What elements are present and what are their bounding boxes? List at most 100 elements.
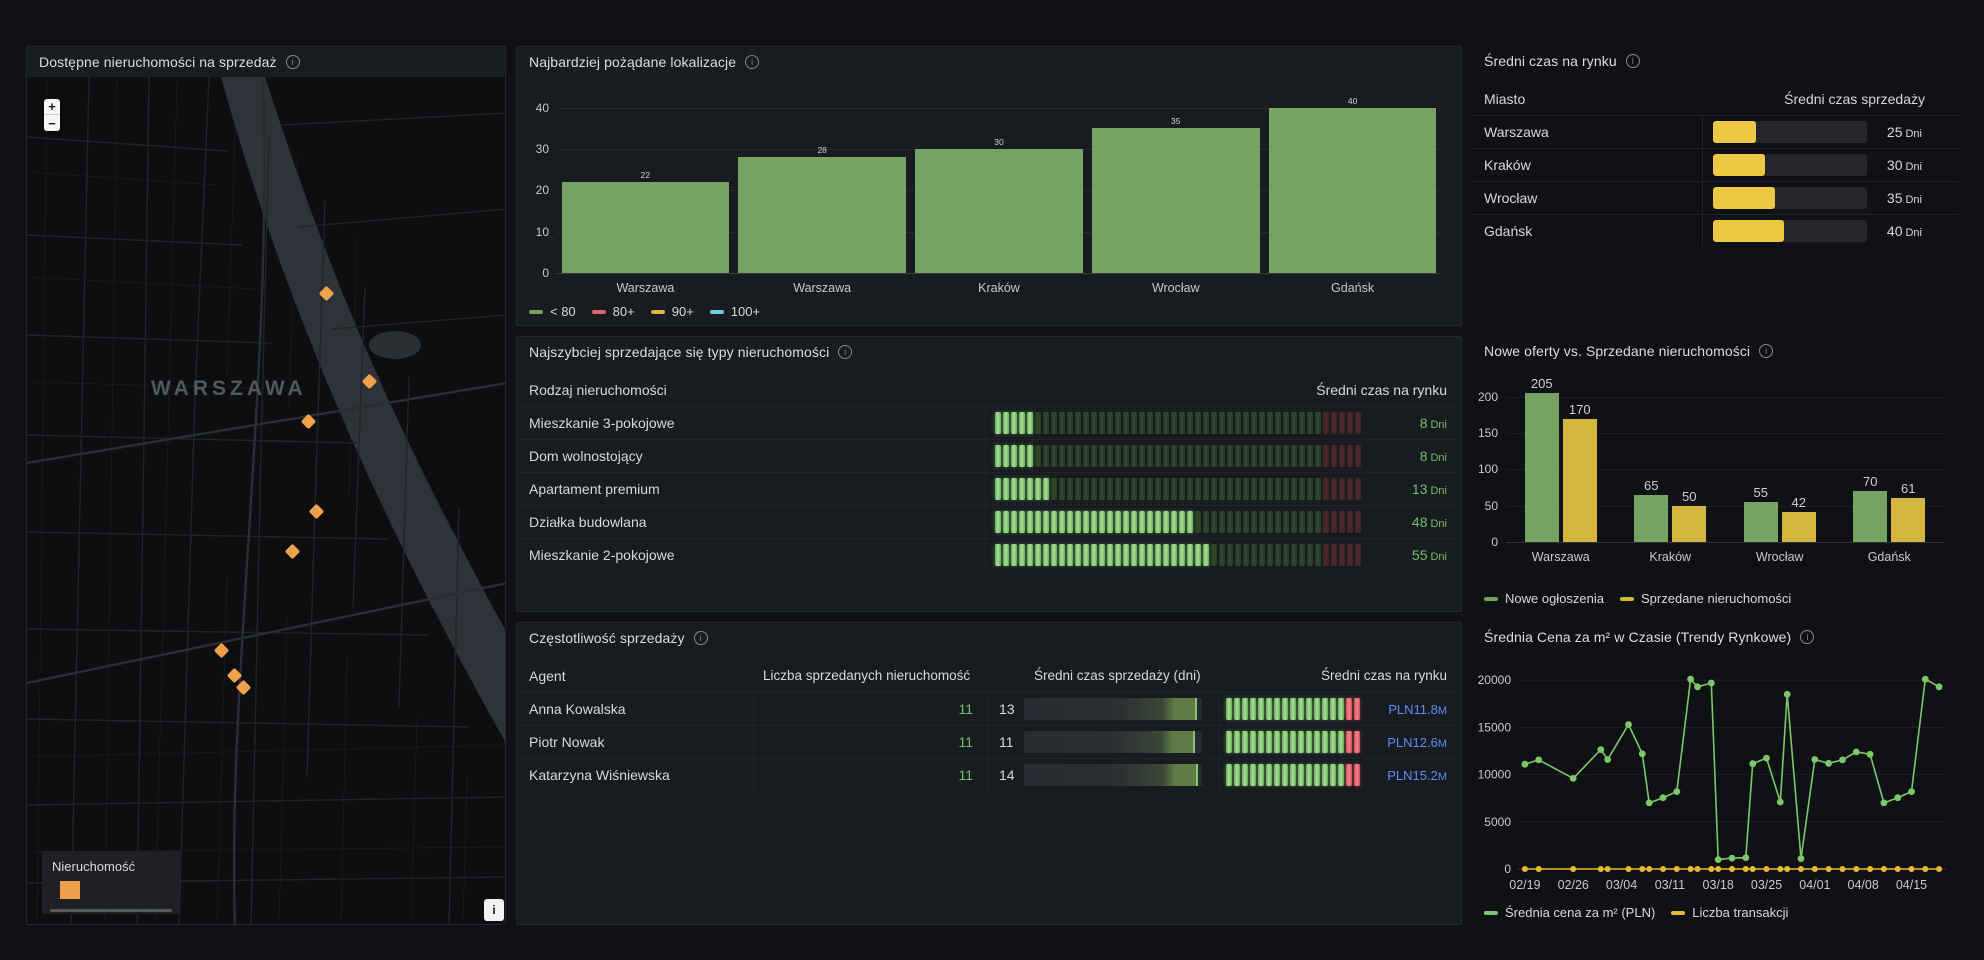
panel-title[interactable]: Najbardziej pożądane lokalizacje	[529, 54, 736, 70]
data-point[interactable]	[1708, 866, 1714, 872]
column-header[interactable]: Średni czas sprzedaży	[1702, 91, 1958, 107]
info-icon[interactable]: i	[694, 631, 708, 645]
data-point[interactable]	[1853, 866, 1859, 872]
panel-title[interactable]: Nowe oferty vs. Sprzedane nieruchomości	[1484, 343, 1750, 359]
data-point[interactable]	[1764, 866, 1770, 872]
data-point[interactable]	[1536, 866, 1542, 872]
data-point[interactable]	[1570, 775, 1577, 782]
column-header[interactable]: Liczba sprzedanych nieruchomość	[753, 668, 987, 683]
data-point[interactable]	[1867, 866, 1873, 872]
info-icon[interactable]: i	[1800, 630, 1814, 644]
map-attribution-button[interactable]: i	[484, 899, 504, 921]
data-point[interactable]	[1625, 721, 1632, 728]
data-point[interactable]	[1715, 856, 1722, 863]
legend-item[interactable]: Średnia cena za m² (PLN)	[1484, 905, 1655, 920]
data-point[interactable]	[1743, 866, 1749, 872]
data-point[interactable]	[1646, 866, 1652, 872]
bar[interactable]	[738, 157, 906, 273]
info-icon[interactable]: i	[838, 345, 852, 359]
legend-item[interactable]: 100+	[710, 304, 760, 319]
panel-title[interactable]: Częstotliwość sprzedaży	[529, 630, 685, 646]
data-point[interactable]	[1673, 788, 1680, 795]
data-point[interactable]	[1604, 756, 1611, 763]
legend-item[interactable]: 90+	[651, 304, 694, 319]
column-header[interactable]: Agent	[517, 668, 753, 684]
data-point[interactable]	[1763, 755, 1770, 762]
panel-title[interactable]: Średnia Cena za m² w Czasie (Trendy Rynk…	[1484, 629, 1791, 645]
data-point[interactable]	[1784, 691, 1791, 698]
data-point[interactable]	[1688, 866, 1694, 872]
bar[interactable]	[1782, 512, 1816, 542]
data-point[interactable]	[1660, 866, 1666, 872]
column-header[interactable]: Średni czas na rynku	[1218, 668, 1461, 683]
panel-title[interactable]: Średni czas na rynku	[1484, 53, 1617, 69]
zoom-in-button[interactable]: +	[44, 99, 60, 115]
panel-title[interactable]: Najszybciej sprzedające się typy nieruch…	[529, 344, 829, 360]
data-point[interactable]	[1598, 866, 1604, 872]
data-point[interactable]	[1715, 866, 1721, 872]
data-point[interactable]	[1811, 756, 1818, 763]
data-point[interactable]	[1812, 866, 1818, 872]
data-point[interactable]	[1881, 800, 1888, 807]
data-point[interactable]	[1784, 866, 1790, 872]
data-point[interactable]	[1936, 866, 1942, 872]
data-point[interactable]	[1922, 866, 1928, 872]
data-point[interactable]	[1605, 866, 1611, 872]
map-legend-scrollbar[interactable]	[50, 909, 172, 912]
data-point[interactable]	[1626, 866, 1632, 872]
column-header[interactable]: Miasto	[1472, 91, 1702, 107]
data-point[interactable]	[1535, 757, 1542, 764]
data-point[interactable]	[1687, 676, 1694, 683]
column-header[interactable]: Średni czas sprzedaży (dni)	[987, 668, 1218, 683]
legend-item[interactable]: Liczba transakcji	[1671, 905, 1788, 920]
data-point[interactable]	[1742, 854, 1749, 861]
bar[interactable]	[562, 182, 730, 273]
data-point[interactable]	[1867, 751, 1874, 758]
data-point[interactable]	[1826, 866, 1832, 872]
data-point[interactable]	[1853, 749, 1860, 756]
data-point[interactable]	[1798, 855, 1805, 862]
data-point[interactable]	[1597, 746, 1604, 753]
data-point[interactable]	[1749, 760, 1756, 767]
data-point[interactable]	[1825, 760, 1832, 767]
data-point[interactable]	[1909, 866, 1915, 872]
info-icon[interactable]: i	[745, 55, 759, 69]
data-point[interactable]	[1922, 676, 1929, 683]
legend-item[interactable]: 80+	[592, 304, 635, 319]
data-point[interactable]	[1936, 683, 1943, 690]
data-point[interactable]	[1522, 761, 1529, 768]
data-point[interactable]	[1694, 683, 1701, 690]
data-point[interactable]	[1750, 866, 1756, 872]
bar[interactable]	[1891, 498, 1925, 542]
data-point[interactable]	[1639, 866, 1645, 872]
panel-title[interactable]: Dostępne nieruchomości na sprzedaż	[39, 54, 277, 70]
data-point[interactable]	[1674, 866, 1680, 872]
bar[interactable]	[1672, 506, 1706, 542]
info-icon[interactable]: i	[286, 55, 300, 69]
bar[interactable]	[1269, 108, 1437, 273]
data-point[interactable]	[1708, 680, 1715, 687]
bar[interactable]	[1563, 419, 1597, 542]
legend-item[interactable]: < 80	[529, 304, 576, 319]
info-icon[interactable]: i	[1759, 344, 1773, 358]
zoom-out-button[interactable]: −	[44, 115, 60, 131]
data-point[interactable]	[1881, 866, 1887, 872]
column-header[interactable]: Średni czas na rynku	[985, 382, 1461, 398]
data-point[interactable]	[1777, 799, 1784, 806]
data-point[interactable]	[1729, 866, 1735, 872]
data-point[interactable]	[1894, 794, 1901, 801]
bar[interactable]	[915, 149, 1083, 273]
data-point[interactable]	[1777, 866, 1783, 872]
data-point[interactable]	[1660, 794, 1667, 801]
data-point[interactable]	[1570, 866, 1576, 872]
legend-item[interactable]: Nowe ogłoszenia	[1484, 591, 1604, 606]
legend-item[interactable]: Sprzedane nieruchomości	[1620, 591, 1791, 606]
data-point[interactable]	[1895, 866, 1901, 872]
bar[interactable]	[1092, 128, 1260, 273]
data-point[interactable]	[1646, 800, 1653, 807]
data-point[interactable]	[1639, 750, 1646, 757]
data-point[interactable]	[1840, 866, 1846, 872]
data-point[interactable]	[1695, 866, 1701, 872]
info-icon[interactable]: i	[1626, 54, 1640, 68]
data-point[interactable]	[1798, 866, 1804, 872]
